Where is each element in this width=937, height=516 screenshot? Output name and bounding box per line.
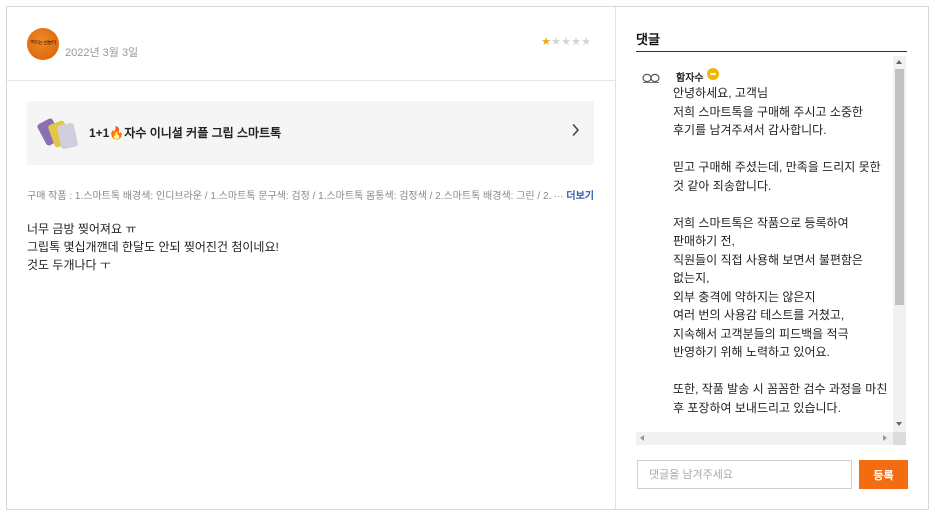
scroll-left-icon[interactable] xyxy=(640,435,644,441)
review-body: 너무 금방 찢어져요 ㅠ 그립톡 몇십개깬데 한달도 안되 찢어진건 첨이네요!… xyxy=(27,220,587,274)
scroll-up-icon[interactable] xyxy=(896,60,902,64)
review-panel: 먹이는 곰돌이 2022년 3월 3일 ★★★★★ 1+1🔥자수 이니셜 커플 … xyxy=(7,7,616,509)
horizontal-scrollbar[interactable] xyxy=(636,432,893,445)
avatar: 먹이는 곰돌이 xyxy=(27,28,59,60)
purchase-options: 구매 작품 : 1.스마트톡 배경색: 인디브라운 / 1.스마트톡 문구색: … xyxy=(27,187,594,202)
review-date: 2022년 3월 3일 xyxy=(65,47,139,59)
review-line: 것도 두개나다 ㅜ xyxy=(27,258,111,272)
comment-scroll-area[interactable]: 함자수 안녕하세요, 고객님 저희 스마트톡을 구매해 주시고 소중한 후기를 … xyxy=(636,56,907,446)
review-header: 먹이는 곰돌이 2022년 3월 3일 ★★★★★ xyxy=(7,7,616,81)
star-empty-icon: ★ xyxy=(551,36,561,48)
divider xyxy=(636,51,907,52)
vertical-scrollbar[interactable] xyxy=(893,56,906,432)
chevron-right-icon[interactable] xyxy=(572,123,580,137)
star-filled-icon: ★ xyxy=(541,36,551,48)
product-link-card[interactable]: 1+1🔥자수 이니셜 커플 그립 스마트톡 xyxy=(27,101,594,165)
seller-logo-icon xyxy=(642,73,660,83)
star-empty-icon: ★ xyxy=(571,36,581,48)
scroll-down-icon[interactable] xyxy=(896,422,902,426)
comments-panel: 댓글 함자수 안녕하세요, 고객님 저희 스마트톡을 구매해 주시고 소중한 후… xyxy=(617,7,928,509)
more-link[interactable]: 더보기 xyxy=(566,191,594,202)
star-empty-icon: ★ xyxy=(561,36,571,48)
product-title: 1+1🔥자수 이니셜 커플 그립 스마트톡 xyxy=(89,126,282,140)
review-line: 너무 금방 찢어져요 ㅠ xyxy=(27,222,137,236)
avatar-text: 먹이는 곰돌이 xyxy=(30,40,56,46)
verified-badge-icon xyxy=(707,68,719,80)
comment-item: 함자수 안녕하세요, 고객님 저희 스마트톡을 구매해 주시고 소중한 후기를 … xyxy=(636,56,892,432)
product-thumbnail xyxy=(36,114,79,150)
review-detail-modal: 먹이는 곰돌이 2022년 3월 3일 ★★★★★ 1+1🔥자수 이니셜 커플 … xyxy=(6,6,929,510)
review-line: 그립톡 몇십개깬데 한달도 안되 찢어진건 첨이네요! xyxy=(27,240,279,254)
scrollbar-thumb[interactable] xyxy=(895,69,904,305)
scrollbar-corner xyxy=(893,432,906,445)
seller-name: 함자수 xyxy=(676,73,704,84)
scroll-right-icon[interactable] xyxy=(883,435,887,441)
seller-reply-text: 안녕하세요, 고객님 저희 스마트톡을 구매해 주시고 소중한 후기를 남겨주셔… xyxy=(673,86,888,415)
star-empty-icon: ★ xyxy=(581,36,591,48)
submit-comment-button[interactable]: 등록 xyxy=(859,460,908,489)
more-ellipsis: ··· xyxy=(553,191,564,202)
purchase-options-text: 구매 작품 : 1.스마트톡 배경색: 인디브라운 / 1.스마트톡 문구색: … xyxy=(27,191,594,202)
more-toggle[interactable]: ··· 더보기 xyxy=(551,187,594,202)
comment-input[interactable] xyxy=(637,460,852,489)
star-rating: ★★★★★ xyxy=(541,36,591,48)
comments-title: 댓글 xyxy=(636,32,660,47)
